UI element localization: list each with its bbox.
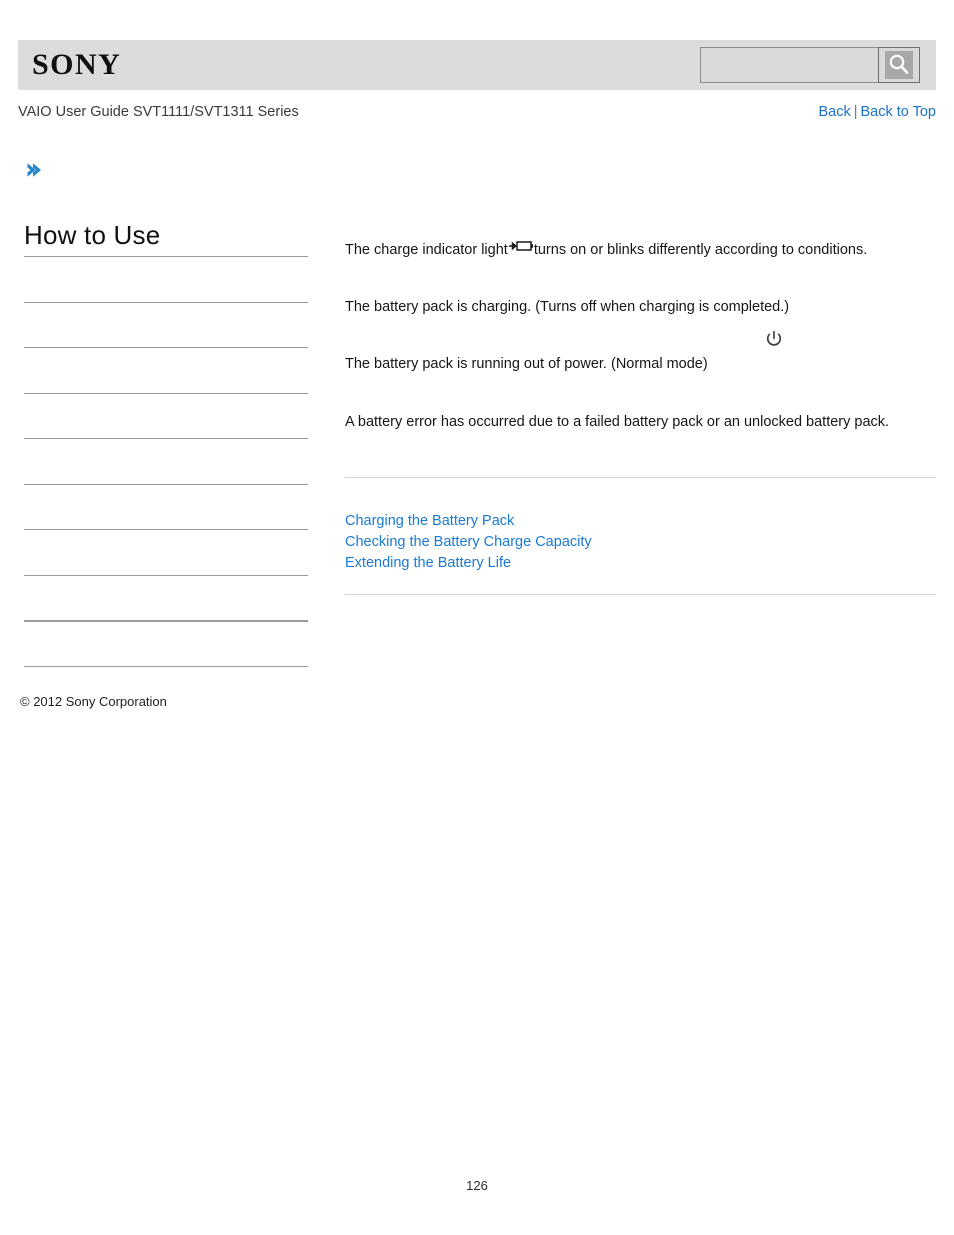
sidebar-item[interactable] (24, 438, 308, 484)
sidebar-item[interactable] (24, 347, 308, 393)
error-paragraph: A battery error has occurred due to a fa… (345, 414, 890, 430)
sidebar-item[interactable] (24, 483, 308, 530)
related-links-list: Charging the Battery Pack Checking the B… (345, 511, 592, 574)
related-link[interactable]: Extending the Battery Life (345, 553, 592, 574)
sidebar-item[interactable] (24, 392, 308, 439)
charge-indicator-icon (508, 239, 534, 259)
page-number: 126 (466, 1178, 488, 1193)
search-icon (885, 51, 913, 79)
search-area (700, 47, 920, 83)
chevron-right-icon[interactable] (24, 160, 44, 180)
divider-bottom (345, 594, 936, 595)
header-nav-links: Back | Back to Top (818, 101, 936, 123)
subheader: VAIO User Guide SVT1111/SVT1311 Series B… (18, 101, 936, 123)
low-power-paragraph: The battery pack is running out of power… (345, 356, 708, 372)
related-link[interactable]: Checking the Battery Charge Capacity (345, 532, 592, 553)
back-link[interactable]: Back (818, 104, 850, 120)
guide-title: VAIO User Guide SVT1111/SVT1311 Series (18, 104, 299, 120)
power-icon (765, 330, 783, 348)
sidebar-title: How to Use (24, 220, 161, 250)
sidebar-item[interactable] (24, 574, 308, 621)
related-link[interactable]: Charging the Battery Pack (345, 511, 592, 532)
charging-paragraph: The battery pack is charging. (Turns off… (345, 299, 790, 315)
sidebar-item[interactable] (24, 529, 308, 575)
divider-top (345, 477, 936, 478)
sidebar-item[interactable] (24, 301, 308, 348)
search-input[interactable] (700, 47, 878, 83)
sidebar: How to Use (24, 160, 308, 711)
intro-paragraph: The charge indicator light turns on or b… (345, 240, 867, 260)
sidebar-item[interactable] (24, 256, 308, 302)
sidebar-item[interactable] (24, 620, 308, 666)
sony-logo: SONY (32, 48, 122, 81)
intro-suffix-text: turns on or blinks differently according… (533, 242, 868, 258)
search-button[interactable] (878, 47, 920, 83)
intro-prefix-text: The charge indicator light (345, 242, 508, 258)
back-to-top-link[interactable]: Back to Top (860, 104, 936, 120)
site-header: SONY (18, 40, 936, 90)
copyright-text: © 2012 Sony Corporation (20, 694, 167, 709)
